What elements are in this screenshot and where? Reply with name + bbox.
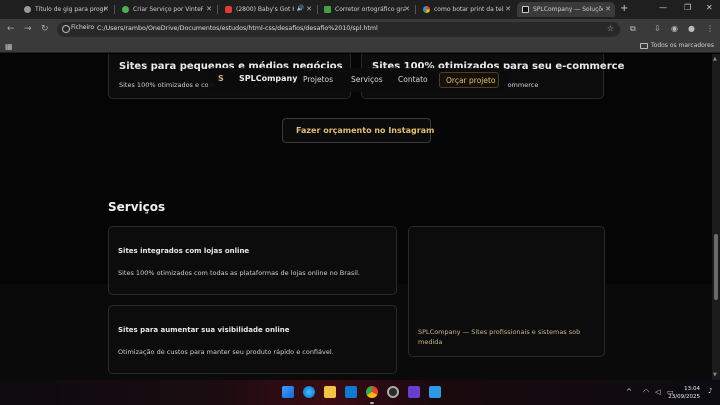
close-icon[interactable]: ✕ <box>605 5 611 13</box>
scroll-thumb[interactable] <box>714 234 718 300</box>
file-chip[interactable]: Ficheiro <box>71 24 94 31</box>
minimize-icon[interactable]: — <box>659 3 667 12</box>
page-scrollbar[interactable]: ▲ ▼ <box>712 54 720 380</box>
nav-link-servicos[interactable]: Serviços <box>351 75 383 84</box>
tab-corretor[interactable]: Corretor ortográfico gratu ✕ <box>319 2 414 17</box>
globe-icon <box>24 6 31 13</box>
profile-icon[interactable]: ◉ <box>671 24 678 33</box>
nav-link-projetos[interactable]: Projetos <box>303 75 333 84</box>
youtube-icon <box>225 6 232 13</box>
folder-icon <box>640 42 648 49</box>
window-close-icon[interactable]: ✕ <box>706 3 713 12</box>
tab-google[interactable]: como botar print da tela d ✕ <box>418 2 515 17</box>
reload-icon[interactable]: ↻ <box>41 24 49 34</box>
splcompany-favicon-icon <box>522 6 529 13</box>
google-icon <box>423 6 430 13</box>
tab-splcompany[interactable]: SPLCompany — Soluçõe ✕ <box>517 2 615 17</box>
system-clock[interactable]: 13:04 23/09/2025 <box>668 385 700 401</box>
url-text[interactable]: C:/Users/rambo/OneDrive/Documentos/estud… <box>97 25 378 32</box>
scroll-up-arrow-icon[interactable]: ▲ <box>713 56 717 62</box>
app-icon[interactable] <box>408 386 420 398</box>
close-icon[interactable]: ✕ <box>306 5 312 13</box>
star-icon[interactable]: ☆ <box>607 24 614 33</box>
tab-youtube[interactable]: (2800) Baby's Got Her 🔊 ✕ <box>220 2 316 17</box>
speaker-icon[interactable]: 🔊 <box>297 5 304 12</box>
restore-icon[interactable]: ❐ <box>684 3 691 12</box>
service-card-visibility: Sites para aumentar sua visibilidade onl… <box>108 305 397 374</box>
file-explorer-icon[interactable] <box>324 386 336 398</box>
chrome-icon[interactable] <box>366 386 378 398</box>
profile-avatar-icon[interactable]: ● <box>688 24 695 33</box>
info-icon[interactable] <box>62 25 70 33</box>
browser-toolbar: ← → ↻ Ficheiro C:/Users/rambo/OneDrive/D… <box>0 19 720 40</box>
services-section-title: Serviços <box>108 200 166 214</box>
orcar-projeto-button[interactable]: Orçar projeto <box>439 72 499 88</box>
app-icon-2[interactable] <box>429 386 441 398</box>
bookmarks-bar: ▦ Todos os marcadores <box>0 40 720 53</box>
tab-bar: Título de gig para program ✕ Criar Servi… <box>0 0 720 19</box>
windows-taskbar: ^ ◠ ◁ ▭ 13:04 23/09/2025 ♪ <box>0 380 720 405</box>
site-navbar: S SPLCompany Projetos Serviços Contato O… <box>208 68 508 92</box>
brand-logo[interactable]: S <box>218 74 224 83</box>
forward-arrow-icon[interactable]: → <box>24 24 32 34</box>
vscode-icon[interactable] <box>345 386 357 398</box>
new-tab-plus-icon[interactable]: + <box>620 3 628 14</box>
back-arrow-icon[interactable]: ← <box>7 24 15 34</box>
page-viewport: Sites para pequenos e médios negócios Si… <box>0 54 712 380</box>
close-icon[interactable]: ✕ <box>505 5 511 13</box>
edge-icon[interactable] <box>303 386 315 398</box>
notification-bell-icon[interactable]: ♪ <box>708 387 712 395</box>
menu-dots-icon[interactable]: ⋮ <box>706 24 714 33</box>
close-icon[interactable]: ✕ <box>103 5 109 13</box>
github-icon[interactable] <box>387 386 399 398</box>
tab-vintepila[interactable]: Criar Serviço por VintePila ✕ <box>117 2 216 17</box>
tray-chevron-icon[interactable]: ^ <box>626 388 632 396</box>
close-icon[interactable]: ✕ <box>404 5 410 13</box>
brand-name[interactable]: SPLCompany <box>239 74 297 83</box>
all-bookmarks-button[interactable]: Todos os marcadores <box>640 42 714 49</box>
footer-info-card: SPLCompany — Sites profissionais e siste… <box>408 226 605 357</box>
extensions-icon[interactable]: ⧉ <box>630 24 636 34</box>
wifi-icon[interactable]: ◠ <box>643 388 649 396</box>
downloads-icon[interactable]: ⇩ <box>654 24 661 33</box>
sheet-icon <box>324 6 331 13</box>
address-bar[interactable]: Ficheiro C:/Users/rambo/OneDrive/Documen… <box>57 22 620 37</box>
vintepila-icon <box>122 6 129 13</box>
close-icon[interactable]: ✕ <box>206 5 212 13</box>
tab-gig-title[interactable]: Título de gig para program ✕ <box>19 2 113 17</box>
service-card-online-stores: Sites integrados com lojas online Sites … <box>108 226 397 295</box>
windows-start-icon[interactable] <box>282 386 294 398</box>
nav-link-contato[interactable]: Contato <box>398 75 428 84</box>
apps-grid-icon[interactable]: ▦ <box>5 42 13 51</box>
instagram-quote-button[interactable]: Fazer orçamento no Instagram <box>282 118 434 143</box>
volume-icon[interactable]: ◁ <box>655 388 660 396</box>
scroll-down-arrow-icon[interactable]: ▼ <box>713 372 717 378</box>
